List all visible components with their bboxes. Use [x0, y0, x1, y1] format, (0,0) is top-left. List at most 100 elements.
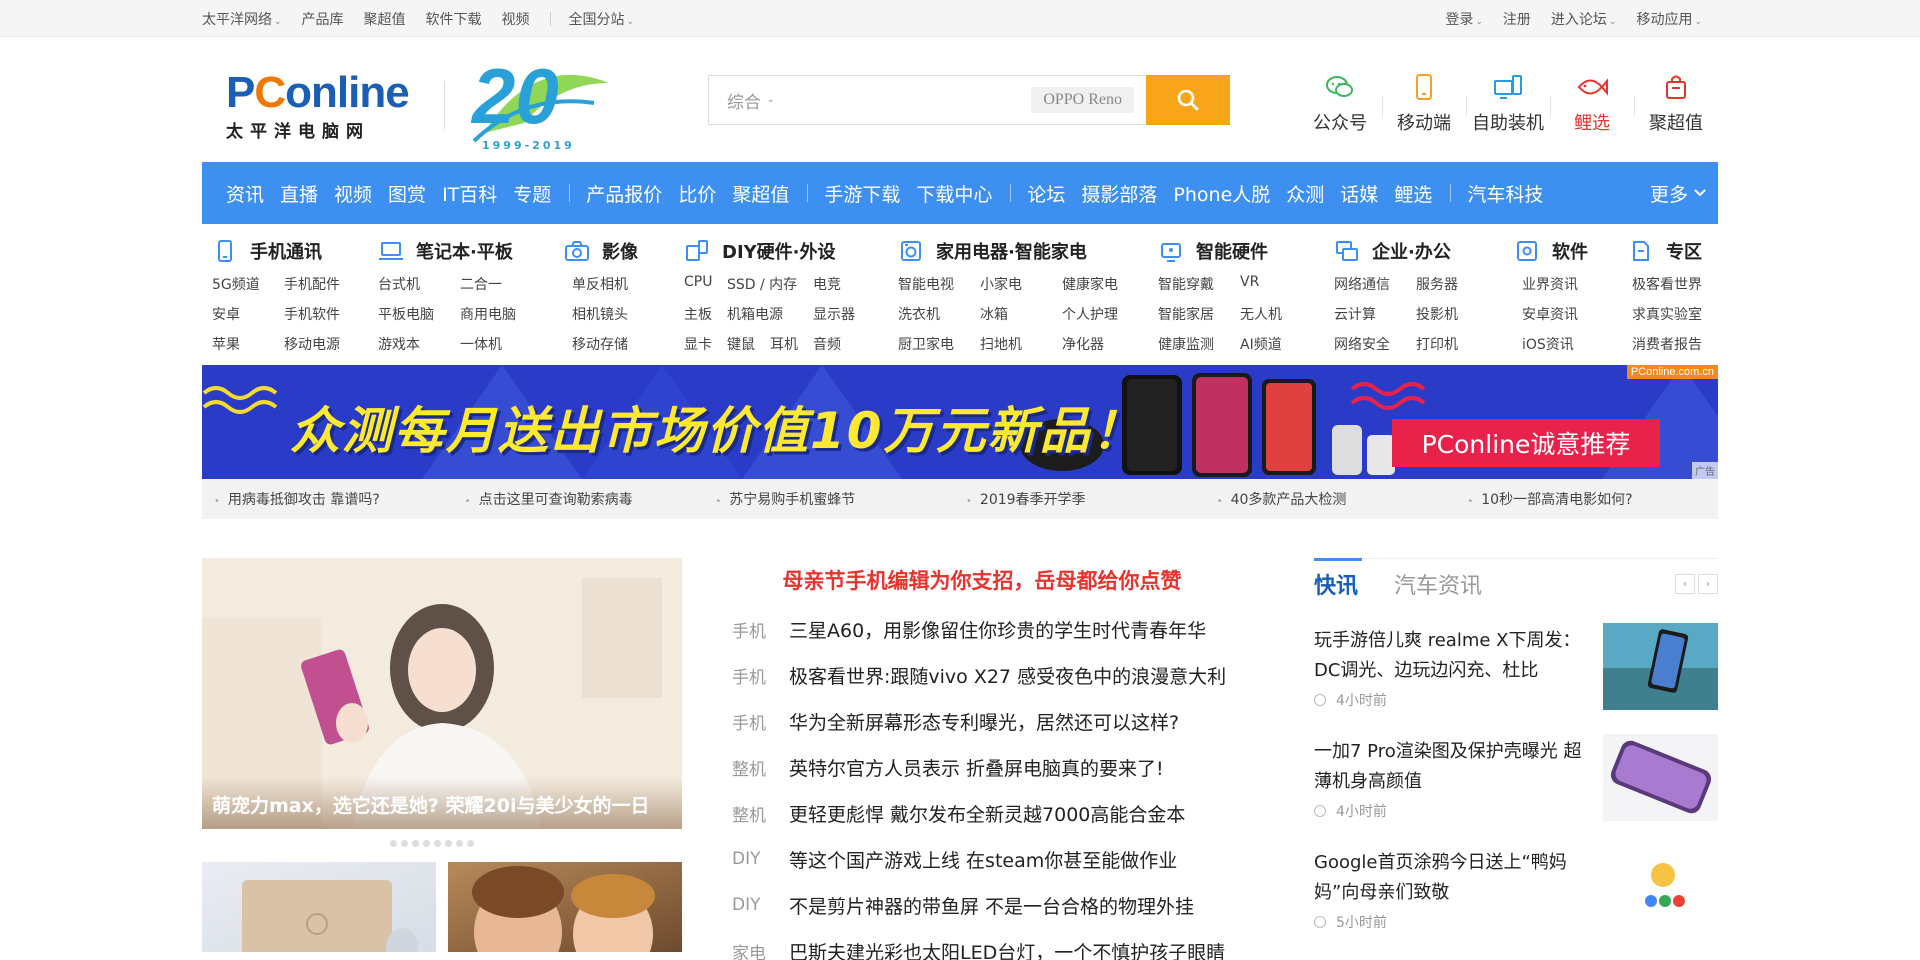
nav-item-news[interactable]: 资讯: [226, 180, 264, 207]
category-title[interactable]: 手机通讯: [212, 236, 374, 266]
news-tag[interactable]: DIY: [732, 895, 789, 915]
category-link[interactable]: 二合一: [460, 274, 502, 304]
news-item[interactable]: 手机 华为全新屏幕形态专利曝光，居然还可以这样?: [732, 698, 1232, 744]
news-item[interactable]: DIY 等这个国产游戏上线 在steam你甚至能做作业: [732, 836, 1232, 882]
category-link[interactable]: 5G频道: [212, 274, 284, 304]
top-link-products[interactable]: 产品库: [302, 9, 344, 29]
category-link[interactable]: 小家电: [980, 274, 1062, 304]
nav-item-forum[interactable]: 论坛: [1027, 180, 1065, 207]
flash-news-title[interactable]: Google首页涂鸦今日送上“鸭妈妈”向母亲们致敬: [1314, 848, 1590, 908]
news-item[interactable]: 家电 巴斯夫建光彩也太阳LED台灯，一个不慎护孩子眼睛: [732, 928, 1232, 960]
search-hot-word[interactable]: OPPO Reno: [1031, 87, 1134, 113]
top-link-video[interactable]: 视频: [502, 9, 530, 29]
news-title[interactable]: 不是剪片神器的带鱼屏 不是一台合格的物理外挂: [789, 892, 1194, 919]
mobile-app-link[interactable]: 移动应用 ⌄: [1636, 9, 1702, 29]
flash-news-image[interactable]: [1603, 734, 1718, 821]
ad-banner[interactable]: 众测每月送出市场价值10万元新品！ PConline诚意推荐 PConline.…: [202, 365, 1718, 479]
category-link[interactable]: 服务器: [1416, 274, 1458, 304]
category-link[interactable]: 扫地机: [980, 334, 1062, 364]
category-link[interactable]: 网络通信: [1334, 274, 1416, 304]
nav-item-video[interactable]: 视频: [334, 180, 372, 207]
news-item[interactable]: DIY 不是剪片神器的带鱼屏 不是一台合格的物理外挂: [732, 882, 1232, 928]
search-button[interactable]: [1146, 75, 1230, 125]
category-link[interactable]: AI频道: [1240, 334, 1282, 364]
thumbnail-kids[interactable]: [448, 862, 682, 952]
top-link-software[interactable]: 软件下载: [426, 9, 482, 29]
quick-link-wechat[interactable]: 公众号: [1298, 71, 1382, 135]
nav-item-liyuan[interactable]: 鲤选: [1394, 180, 1432, 207]
news-tag[interactable]: DIY: [732, 849, 789, 869]
category-link[interactable]: 洗衣机: [898, 304, 980, 334]
category-link[interactable]: iOS资讯: [1522, 334, 1574, 364]
category-link[interactable]: 安卓: [212, 304, 284, 334]
category-link[interactable]: 智能穿戴: [1158, 274, 1240, 304]
quick-link-deals[interactable]: 聚超值: [1634, 71, 1718, 135]
category-link[interactable]: 苹果: [212, 334, 284, 364]
category-link[interactable]: 电竞: [813, 274, 841, 304]
category-title[interactable]: 软件: [1514, 236, 1628, 266]
category-link[interactable]: 个人护理: [1062, 304, 1118, 334]
quick-link-liyuan[interactable]: 鲤选: [1550, 71, 1634, 135]
flash-news-title[interactable]: 一加7 Pro渲染图及保护壳曝光 超薄机身高颜值: [1314, 737, 1590, 797]
category-link[interactable]: 投影机: [1416, 304, 1458, 334]
ticker-link[interactable]: 点击这里可查询勒索病毒: [465, 489, 716, 509]
ticker-link[interactable]: 用病毒抵御攻击 靠谱吗?: [214, 489, 465, 509]
carousel-dot[interactable]: [445, 840, 452, 847]
category-link[interactable]: 台式机: [378, 274, 460, 304]
chevron-right-icon[interactable]: ›: [1698, 573, 1718, 594]
category-link[interactable]: SSD / 内存: [727, 274, 813, 304]
nav-item-topics[interactable]: 专题: [513, 180, 551, 207]
nav-item-crowd-test[interactable]: 众测: [1286, 180, 1324, 207]
category-link[interactable]: 移动电源: [284, 334, 340, 364]
login-link[interactable]: 登录 ⌄: [1445, 9, 1483, 29]
tab-auto-news[interactable]: 汽车资讯: [1394, 568, 1482, 600]
ticker-link[interactable]: 10秒一部高清电影如何?: [1467, 489, 1718, 509]
category-link[interactable]: 商用电脑: [460, 304, 516, 334]
flash-news-title[interactable]: 玩手游倍儿爽 realme X下周发：DC调光、边玩边闪充、杜比: [1314, 626, 1590, 686]
news-item[interactable]: 手机 三星A60，用影像留住你珍贵的学生时代青春年华: [732, 606, 1232, 652]
category-link[interactable]: 云计算: [1334, 304, 1416, 334]
register-link[interactable]: 注册: [1503, 9, 1531, 29]
category-link[interactable]: 游戏本: [378, 334, 460, 364]
category-link[interactable]: 手机配件: [284, 274, 340, 304]
category-link[interactable]: 健康监测: [1158, 334, 1240, 364]
nav-item-phone-people[interactable]: Phone人脱: [1173, 180, 1270, 207]
news-item[interactable]: 整机 更轻更彪悍 戴尔发布全新灵越7000高能合金本: [732, 790, 1232, 836]
news-title[interactable]: 极客看世界:跟随vivo X27 感受夜色中的浪漫意大利: [789, 662, 1226, 689]
category-link[interactable]: 移动存储: [572, 334, 628, 364]
nav-item-prices[interactable]: 产品报价: [586, 180, 662, 207]
carousel-dot[interactable]: [423, 840, 430, 847]
quick-link-mobile[interactable]: 移动端: [1382, 71, 1466, 135]
thumbnail-laptop[interactable]: [202, 862, 436, 952]
nav-item-gallery[interactable]: 图赏: [388, 180, 426, 207]
carousel-dot[interactable]: [434, 840, 441, 847]
news-tag[interactable]: 整机: [732, 801, 789, 826]
category-link[interactable]: 净化器: [1062, 334, 1104, 364]
category-link[interactable]: CPU: [684, 274, 727, 304]
category-title[interactable]: DIY硬件·外设: [684, 236, 898, 266]
category-link[interactable]: 智能电视: [898, 274, 980, 304]
category-title[interactable]: 企业·办公: [1334, 236, 1514, 266]
category-link[interactable]: 机箱电源: [727, 304, 813, 334]
top-link-deals[interactable]: 聚超值: [364, 9, 406, 29]
news-tag[interactable]: 手机: [732, 617, 789, 642]
flash-news-image[interactable]: [1603, 845, 1718, 932]
category-title[interactable]: 家用电器·智能家电: [898, 236, 1158, 266]
category-title[interactable]: 笔记本·平板: [378, 236, 564, 266]
focus-carousel[interactable]: 萌宠力max，选它还是她? 荣耀20i与美少女的一日: [202, 558, 682, 829]
category-link[interactable]: 业界资讯: [1522, 274, 1578, 304]
news-tag[interactable]: 手机: [732, 663, 789, 688]
news-title[interactable]: 英特尔官方人员表示 折叠屏电脑真的要来了!: [789, 754, 1164, 781]
category-link[interactable]: 求真实验室: [1632, 304, 1702, 334]
category-link[interactable]: 一体机: [460, 334, 502, 364]
top-link-pcgroup[interactable]: 太平洋网络 ⌄: [202, 9, 282, 29]
category-link[interactable]: 打印机: [1416, 334, 1458, 364]
news-tag[interactable]: 家电: [732, 939, 789, 960]
category-link[interactable]: 平板电脑: [378, 304, 460, 334]
category-link[interactable]: 健康家电: [1062, 274, 1118, 304]
nav-item-auto-tech[interactable]: 汽车科技: [1467, 180, 1543, 207]
category-link[interactable]: 显卡: [684, 334, 727, 364]
category-link[interactable]: 音频: [813, 334, 841, 364]
carousel-dot[interactable]: [456, 840, 463, 847]
category-link[interactable]: 手机软件: [284, 304, 340, 334]
